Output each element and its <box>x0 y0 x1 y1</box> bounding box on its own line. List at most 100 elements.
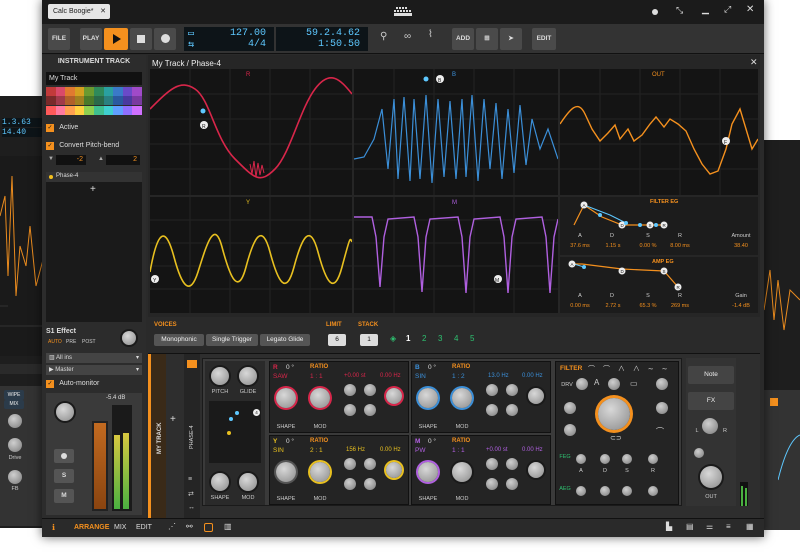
play-menu-button[interactable]: PLAY <box>80 28 102 50</box>
color-swatch[interactable] <box>55 87 66 96</box>
color-swatch[interactable] <box>103 105 114 115</box>
color-swatch[interactable] <box>84 105 94 115</box>
pitch-bend-down-field[interactable]: -2 <box>56 155 86 165</box>
osc-b-mod-knob[interactable] <box>452 388 472 408</box>
settings-sliders-icon[interactable]: ⚌ <box>706 522 713 531</box>
record-arm-button[interactable] <box>54 449 74 463</box>
osc-y-level-knob[interactable] <box>386 462 402 478</box>
modulation-icon[interactable]: ⚯ <box>186 522 193 531</box>
add-button[interactable]: ADD <box>452 28 474 50</box>
osc-b-level-knob[interactable] <box>528 388 544 404</box>
osc-m-knob-d[interactable] <box>506 478 518 490</box>
filter-link-icon[interactable]: ⊂⊃ <box>610 434 622 442</box>
send-auto-label[interactable]: AUTO <box>48 339 62 345</box>
color-swatch[interactable] <box>93 96 104 106</box>
xy-pad[interactable]: 4 <box>209 401 261 463</box>
pan-knob[interactable] <box>56 403 74 421</box>
active-toggle[interactable]: ✓ Active <box>46 123 142 134</box>
auto-monitor-toggle[interactable]: ✓ Auto-monitor <box>46 379 142 390</box>
color-swatch[interactable] <box>65 105 75 115</box>
browser-icon[interactable]: ▙ <box>666 522 672 531</box>
add-device-icon[interactable]: + <box>90 184 96 195</box>
color-swatch[interactable] <box>103 96 114 106</box>
filter-type-icons[interactable]: ⌒ ⌒ ∧ ∧ ∼ ∼ <box>588 364 670 374</box>
active-checkbox[interactable]: ✓ <box>46 123 54 132</box>
pointer-button[interactable]: ➤ <box>500 28 522 50</box>
osc-y-hz[interactable]: 0.00 Hz <box>380 447 401 453</box>
aeg-a-knob[interactable] <box>576 486 586 496</box>
device-mod-icon[interactable]: ⇄ <box>188 490 194 498</box>
color-swatch[interactable] <box>65 96 75 106</box>
arrange-tab[interactable]: ARRANGE <box>74 524 109 531</box>
stack-option-4[interactable]: 4 <box>454 334 458 343</box>
filter-slope-icon[interactable]: ⌒ <box>656 426 664 437</box>
color-swatch[interactable] <box>113 105 123 115</box>
osc-r-wave[interactable]: SAW <box>273 373 288 380</box>
osc-r-knob-d[interactable] <box>364 404 376 416</box>
send-post-label[interactable]: POST <box>82 339 96 345</box>
osc-m-mod-knob[interactable] <box>452 462 472 482</box>
stack-option-3[interactable]: 3 <box>438 334 442 343</box>
amp-eg-d-value[interactable]: 2.72 s <box>598 303 628 309</box>
color-swatch[interactable] <box>113 96 123 106</box>
osc-b-knob-c[interactable] <box>486 404 498 416</box>
mixer-view-icon[interactable]: ▥ <box>224 522 232 531</box>
osc-y-knob-a[interactable] <box>344 458 356 470</box>
osc-r-hz[interactable]: 0.00 Hz <box>380 373 401 379</box>
xy-pad-handle[interactable]: 4 <box>253 409 260 416</box>
shape-knob[interactable] <box>211 473 229 491</box>
filter-eg-d-value[interactable]: 1.15 s <box>598 243 628 249</box>
close-tab-icon[interactable]: ✕ <box>100 4 106 19</box>
osc-y-mod-knob[interactable] <box>310 462 330 482</box>
close-window-icon[interactable]: ✕ <box>746 4 754 15</box>
input-selector[interactable]: ▥ All ins ▾ <box>46 353 142 363</box>
osc-m-hz[interactable]: 0.00 Hz <box>522 447 543 453</box>
osc-r-knob-c[interactable] <box>344 404 356 416</box>
osc-r-mod-knob[interactable] <box>310 388 330 408</box>
restore-icon[interactable]: ⤢ <box>724 4 731 15</box>
osc-m-knob-c[interactable] <box>486 478 498 490</box>
aeg-r-knob[interactable] <box>648 486 658 496</box>
osc-m-st[interactable]: +0.00 st <box>486 447 508 453</box>
color-swatch[interactable] <box>74 105 85 115</box>
track-name-field[interactable]: My Track <box>46 72 142 85</box>
automation-icon[interactable]: ⋰ <box>168 522 176 531</box>
color-swatch[interactable] <box>122 87 133 96</box>
stop-button[interactable] <box>130 28 152 50</box>
osc-r-level-knob[interactable] <box>386 388 402 404</box>
filter-display-icon[interactable]: ▭ <box>630 379 638 388</box>
color-swatch[interactable] <box>74 87 85 96</box>
osc-m-shape-knob[interactable] <box>418 462 438 482</box>
filter-knob-2[interactable] <box>608 378 620 390</box>
color-swatch[interactable] <box>74 96 85 106</box>
pitch-knob[interactable] <box>211 367 229 385</box>
note-button[interactable]: Note <box>688 366 734 384</box>
osc-y-st[interactable]: 156 Hz <box>346 447 365 453</box>
color-swatch[interactable] <box>55 96 66 106</box>
groove-icon[interactable]: ∞ <box>404 31 411 42</box>
amp-eg-r-value[interactable]: 269 ms <box>664 303 696 309</box>
voice-mode-monophonic[interactable]: Monophonic <box>154 334 204 346</box>
osc-r-phase[interactable]: 0 ° <box>286 364 294 371</box>
output-selector[interactable]: ▶ Master ▾ <box>46 365 142 375</box>
tempo-display[interactable]: ▭ ⇆ 127.00 4/4 <box>184 27 274 51</box>
out-knob[interactable] <box>700 466 722 488</box>
osc-b-knob-b[interactable] <box>506 384 518 396</box>
filter-eg-s-value[interactable]: 0.00 % <box>632 243 664 249</box>
color-swatch[interactable] <box>46 105 56 115</box>
feg-d-knob[interactable] <box>600 454 610 464</box>
record-button[interactable] <box>154 28 176 50</box>
osc-b-wave[interactable]: SIN <box>415 373 426 380</box>
mod-knob[interactable] <box>239 473 257 491</box>
project-tab[interactable]: Calc Boogie* ✕ <box>48 4 110 19</box>
add-device-button[interactable]: + <box>170 414 176 425</box>
color-swatch[interactable] <box>132 96 142 106</box>
feg-s-knob[interactable] <box>622 454 632 464</box>
osc-b-shape-knob[interactable] <box>418 388 438 408</box>
info-icon[interactable]: ℹ <box>52 523 55 532</box>
bg-knob-3[interactable] <box>8 470 22 484</box>
pitch-bend-up-field[interactable]: 2 <box>106 155 140 165</box>
osc-m-level-knob[interactable] <box>528 462 544 478</box>
stack-value[interactable]: 1 <box>360 334 378 346</box>
out-knob-small[interactable] <box>694 448 704 458</box>
